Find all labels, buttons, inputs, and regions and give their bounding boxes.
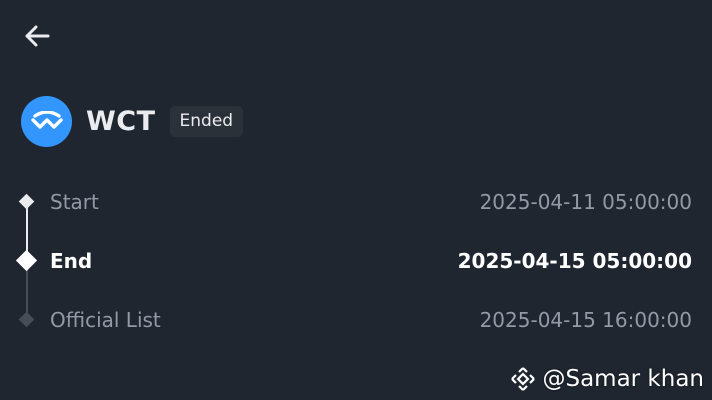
timeline-item-start: Start 2025-04-11 05:00:00 xyxy=(0,184,712,220)
timeline-diamond-icon xyxy=(19,194,35,210)
timeline-time: 2025-04-15 05:00:00 xyxy=(458,249,692,273)
binance-logo-icon xyxy=(510,366,536,392)
timeline-label: End xyxy=(50,249,92,273)
timeline-item-official-list: Official List 2025-04-15 16:00:00 xyxy=(0,302,712,338)
arrow-left-icon xyxy=(22,22,52,50)
timeline-time: 2025-04-15 16:00:00 xyxy=(480,308,692,332)
watermark-text: @Samar khan xyxy=(542,366,704,392)
token-name: WCT xyxy=(86,106,156,137)
timeline-item-end: End 2025-04-15 05:00:00 xyxy=(0,243,712,279)
back-button[interactable] xyxy=(22,22,52,50)
timeline: Start 2025-04-11 05:00:00 End 2025-04-15… xyxy=(0,180,712,350)
timeline-time: 2025-04-11 05:00:00 xyxy=(480,190,692,214)
walletconnect-logo-icon xyxy=(21,96,72,147)
timeline-diamond-icon xyxy=(16,250,37,271)
watermark: @Samar khan xyxy=(510,366,704,392)
status-badge: Ended xyxy=(170,106,244,137)
timeline-diamond-icon xyxy=(19,312,35,328)
timeline-label: Official List xyxy=(50,308,161,332)
timeline-label: Start xyxy=(50,190,99,214)
token-header: WCT Ended xyxy=(21,95,243,147)
